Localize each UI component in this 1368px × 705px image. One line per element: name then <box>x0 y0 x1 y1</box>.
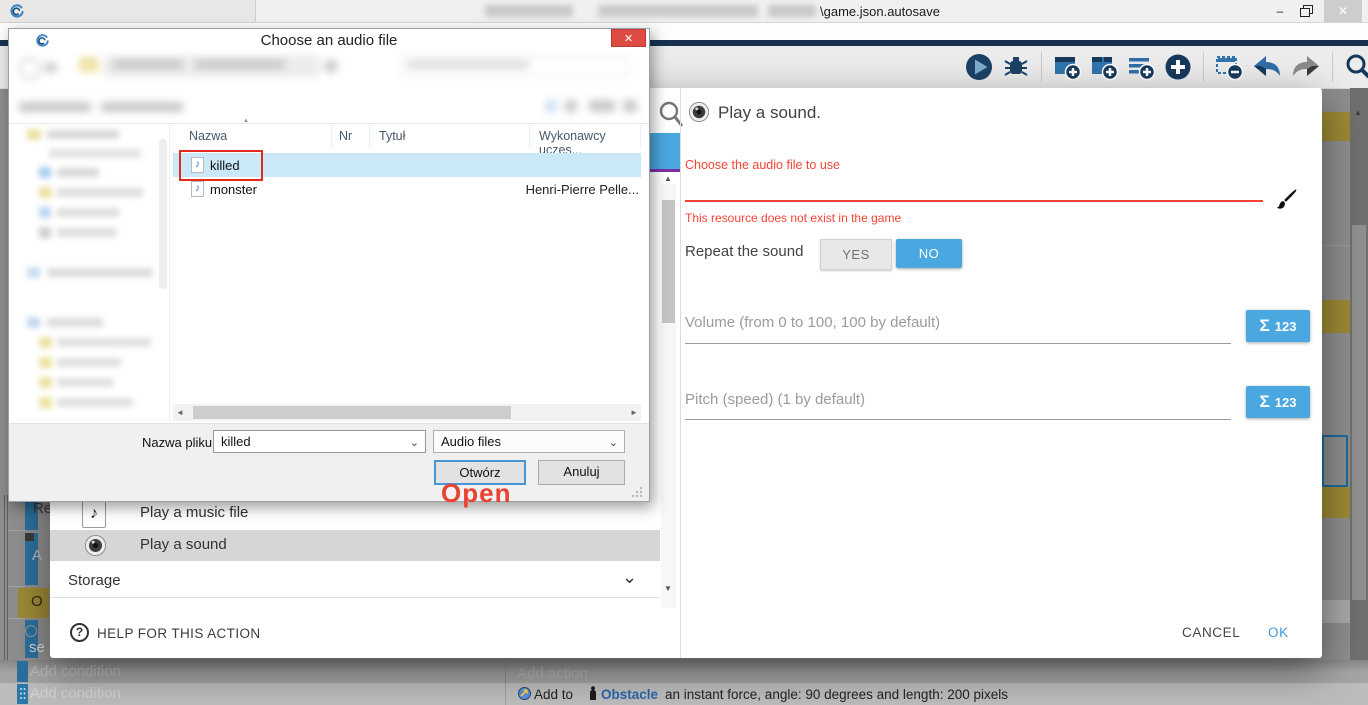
column-header-title[interactable]: Tytuł <box>379 129 405 143</box>
partial-event-text: O <box>31 593 43 610</box>
list-item-label: Play a sound <box>140 536 227 553</box>
window-title: \game.json.autosave <box>820 4 940 19</box>
audio-file-field-label: Choose the audio file to use <box>685 158 840 172</box>
add-event-icon[interactable] <box>1052 52 1082 82</box>
close-button[interactable]: ✕ <box>611 29 646 47</box>
music-file-icon: ♪ <box>82 500 106 528</box>
dialog-footer: Nazwa pliku: killed ⌄ Audio files ⌄ Otwó… <box>9 423 649 501</box>
list-item-label: Play a music file <box>140 504 248 521</box>
add-action-link[interactable]: Add action <box>517 665 588 682</box>
force-action-icon <box>518 687 531 700</box>
chevron-down-icon: ⌄ <box>622 567 637 588</box>
scroll-right-icon[interactable]: ► <box>630 408 638 417</box>
sigma-icon: Σ <box>1260 392 1270 412</box>
hscrollbar-thumb[interactable] <box>193 406 511 419</box>
column-header-nr[interactable]: Nr <box>339 129 352 143</box>
sidebar-scrollbar[interactable] <box>159 139 167 289</box>
drag-handle-icon[interactable] <box>19 687 26 700</box>
scroll-up-icon[interactable]: ▲ <box>664 174 672 183</box>
scroll-left-icon[interactable]: ◄ <box>176 408 184 417</box>
partial-icon <box>25 533 34 541</box>
minimize-button[interactable]: – <box>1268 0 1292 22</box>
play-icon[interactable] <box>964 52 994 82</box>
partial-event-text: A <box>32 547 42 564</box>
add-comment-icon[interactable] <box>1126 52 1156 82</box>
undo-icon[interactable] <box>1251 52 1283 82</box>
delete-event-icon[interactable] <box>1214 52 1244 82</box>
speaker-icon <box>84 534 107 557</box>
add-condition-link[interactable]: Add condition <box>30 685 121 702</box>
volume-field-placeholder: Volume (from 0 to 100, 100 by default) <box>685 314 940 331</box>
filetype-combobox[interactable]: Audio files ⌄ <box>433 430 625 453</box>
dialog-title: Play a sound. <box>718 103 821 123</box>
storage-label: Storage <box>68 572 121 589</box>
cancel-button[interactable]: CANCEL <box>1182 625 1240 640</box>
obstacle-object-icon <box>588 686 598 701</box>
combo-arrow-icon: ⌄ <box>609 433 618 454</box>
repeat-no-button[interactable]: NO <box>896 239 962 268</box>
resize-grip[interactable] <box>631 486 643 498</box>
help-button[interactable]: HELP FOR THIS ACTION <box>97 626 261 641</box>
sort-ascending-icon: ▲ <box>243 118 249 124</box>
filename-label: Nazwa pliku: <box>142 435 216 450</box>
file-list-hscrollbar[interactable]: ◄ ► <box>173 404 641 421</box>
file-list-header: Nazwa ▲ Nr Tytuł Wykonawcy uczes... <box>173 125 641 149</box>
volume-input[interactable] <box>685 343 1231 344</box>
add-sub-event-icon[interactable] <box>1089 52 1119 82</box>
close-button[interactable]: ✕ <box>1324 0 1362 22</box>
storage-accordion[interactable]: Storage ⌄ <box>50 565 660 598</box>
audio-file-icon: ♪ <box>191 181 204 197</box>
instruction-scrollbar-thumb[interactable] <box>662 200 675 323</box>
event-row: Add condition Add to Obstacle an instant… <box>0 683 1368 705</box>
redo-icon[interactable] <box>1290 52 1322 82</box>
repeat-yes-button[interactable]: YES <box>820 239 892 270</box>
pitch-expression-button[interactable]: Σ 123 <box>1246 386 1310 418</box>
events-scrollbar-thumb[interactable] <box>1352 225 1366 600</box>
titlebar-tab <box>0 0 256 22</box>
search-icon[interactable] <box>1343 52 1368 82</box>
toolbar-separator <box>1203 52 1204 82</box>
add-new-icon[interactable] <box>1163 52 1193 82</box>
combo-arrow-icon: ⌄ <box>410 433 419 454</box>
repeat-label: Repeat the sound <box>685 243 803 260</box>
screen: \game.json.autosave – ✕ <box>0 0 1368 705</box>
annotation-open-label: Open <box>441 478 511 509</box>
pitch-input[interactable] <box>685 419 1231 420</box>
event-object-name[interactable]: Obstacle <box>601 687 658 702</box>
scroll-down-icon[interactable]: ▼ <box>664 584 672 593</box>
file-name: monster <box>210 182 257 197</box>
resource-warning: This resource does not exist in the game <box>685 211 901 225</box>
ok-button[interactable]: OK <box>1268 625 1289 640</box>
event-action-prefix[interactable]: Add to <box>534 687 573 702</box>
partial-icon <box>25 625 37 637</box>
event-action-text[interactable]: an instant force, angle: 90 degrees and … <box>665 687 1008 702</box>
toolbar-separator <box>1041 52 1042 82</box>
toolbar-separator <box>1332 52 1333 82</box>
window-titlebar: \game.json.autosave – ✕ <box>0 0 1368 23</box>
audio-file-input[interactable] <box>685 200 1263 202</box>
brush-edit-icon[interactable] <box>1272 188 1298 214</box>
pitch-field-placeholder: Pitch (speed) (1 by default) <box>685 391 865 408</box>
debug-icon[interactable] <box>1001 52 1031 82</box>
event-row: Add condition Add action <box>0 660 1368 683</box>
volume-expression-button[interactable]: Σ 123 <box>1246 310 1310 342</box>
add-condition-link[interactable]: Add condition <box>30 663 121 680</box>
sigma-icon: Σ <box>1260 316 1270 336</box>
speaker-icon <box>688 101 710 123</box>
scroll-up-icon[interactable]: ▲ <box>1354 108 1362 117</box>
file-artist: Henri-Pierre Pelle... <box>509 182 639 197</box>
choose-audio-file-dialog: Choose an audio file ✕ <box>8 28 650 502</box>
help-icon: ? <box>70 623 89 642</box>
cancel-button[interactable]: Anuluj <box>538 460 625 485</box>
list-item-play-sound[interactable]: Play a sound <box>50 530 660 561</box>
column-header-name[interactable]: Nazwa <box>189 129 227 143</box>
gdevelop-logo <box>9 3 25 19</box>
restore-icon[interactable] <box>1300 5 1313 17</box>
dialog-title: Choose an audio file <box>9 29 649 51</box>
annotation-highlight-box <box>179 150 263 181</box>
filename-combobox[interactable]: killed ⌄ <box>213 430 426 453</box>
partial-event-text: se <box>29 639 45 656</box>
